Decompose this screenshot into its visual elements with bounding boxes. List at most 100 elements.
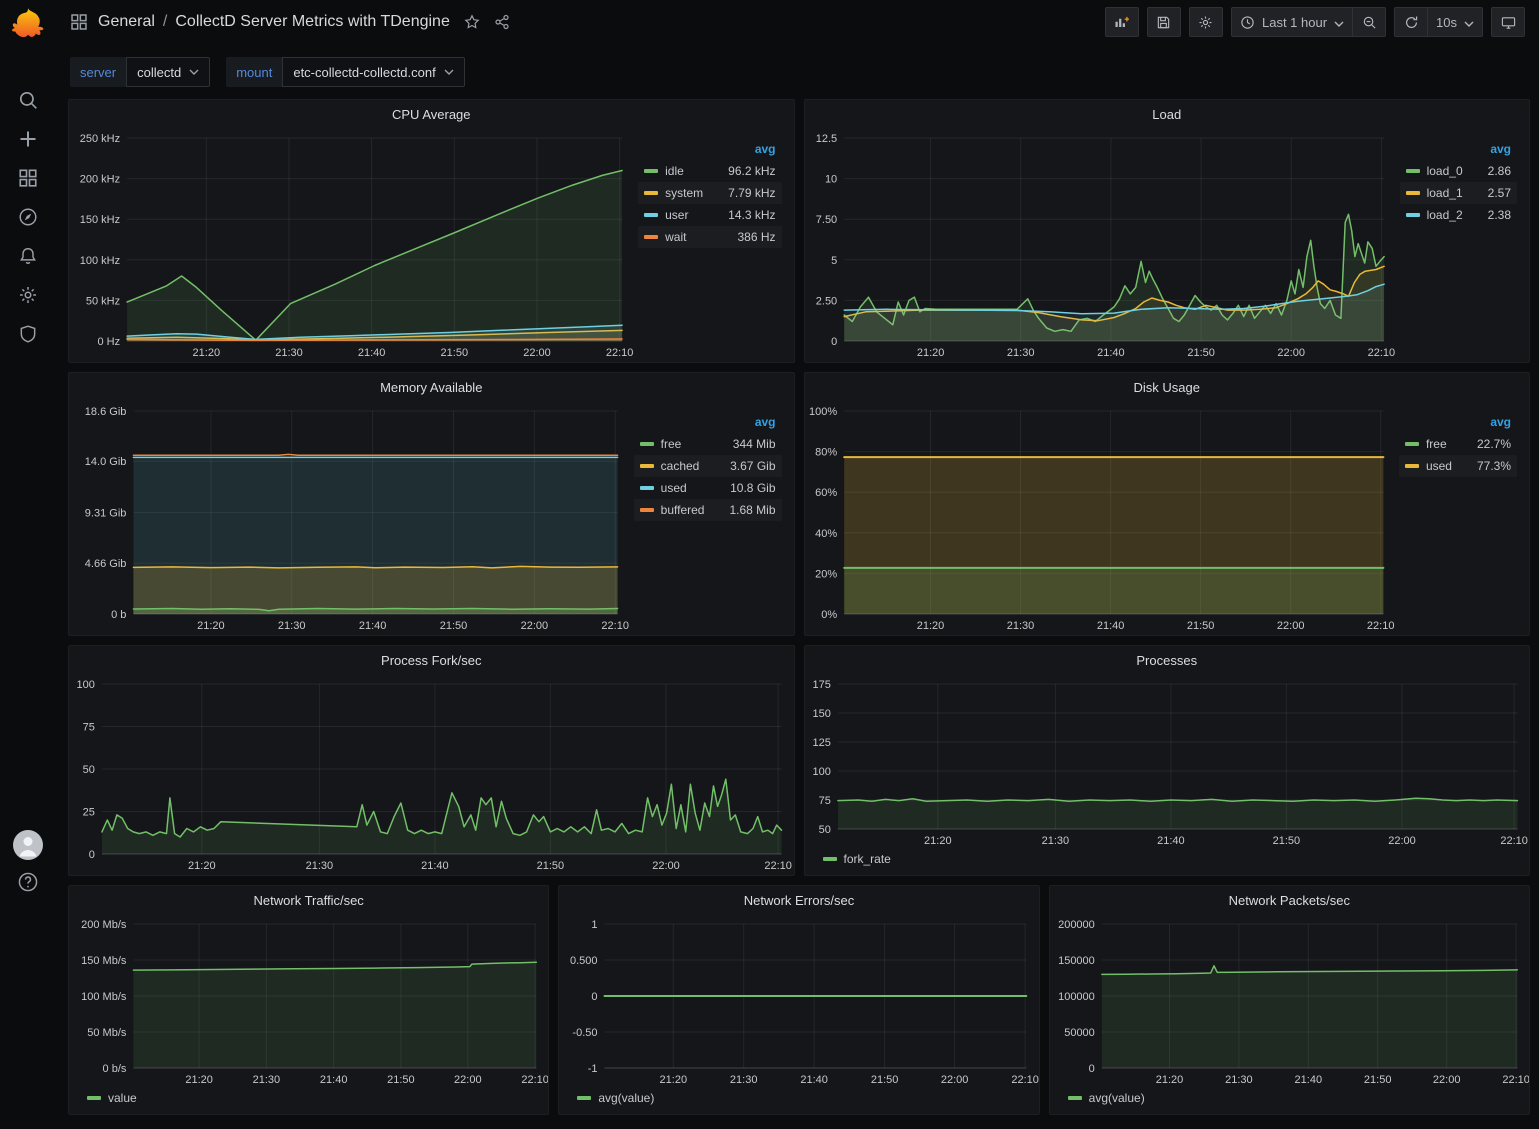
legend-series-name[interactable]: fork_rate — [844, 852, 891, 866]
chart[interactable]: 025507510021:2021:3021:4021:5022:0022:10 — [69, 674, 794, 875]
svg-text:22:00: 22:00 — [1433, 1074, 1461, 1086]
legend-item-wait[interactable]: wait386 Hz — [638, 226, 781, 248]
series-color-swatch[interactable] — [87, 1096, 101, 1100]
save-dashboard-button[interactable] — [1147, 7, 1181, 37]
dashboards-grid-icon[interactable] — [16, 166, 40, 190]
svg-text:22:10: 22:10 — [1012, 1074, 1039, 1086]
chart[interactable]: 05000010000015000020000021:2021:3021:402… — [1050, 914, 1529, 1089]
series-color-swatch[interactable] — [577, 1096, 591, 1100]
chart[interactable]: 02.5057.501012.521:2021:3021:4021:5022:0… — [805, 128, 1396, 362]
panel-title[interactable]: Network Traffic/sec — [254, 893, 364, 908]
configuration-gear-icon[interactable] — [16, 283, 40, 307]
alerting-bell-icon[interactable] — [16, 244, 40, 268]
panel-title[interactable]: Network Packets/sec — [1229, 893, 1350, 908]
legend-item-user[interactable]: user14.3 kHz — [638, 204, 781, 226]
panel-title[interactable]: Process Fork/sec — [381, 653, 481, 668]
legend-series-name: free — [661, 437, 682, 451]
legend-series-name: free — [1426, 437, 1447, 451]
svg-text:20%: 20% — [815, 568, 837, 580]
panel-title[interactable]: Network Errors/sec — [744, 893, 855, 908]
chart[interactable]: 0 b/s50 Mb/s100 Mb/s150 Mb/s200 Mb/s21:2… — [69, 914, 548, 1089]
breadcrumb-folder[interactable]: General — [98, 13, 155, 31]
legend-item-load_2[interactable]: load_22.38 — [1400, 204, 1517, 226]
svg-text:150000: 150000 — [1058, 955, 1095, 967]
chart[interactable]: 0 b4.66 Gib9.31 Gib14.0 Gib18.6 Gib21:20… — [69, 401, 630, 635]
explore-compass-icon[interactable] — [16, 205, 40, 229]
dashboard-settings-button[interactable] — [1189, 7, 1223, 37]
cycle-view-mode-button[interactable] — [1491, 7, 1525, 37]
legend-avg-header[interactable]: avg — [1400, 140, 1517, 160]
svg-text:150 Mb/s: 150 Mb/s — [81, 955, 127, 967]
admin-shield-icon[interactable] — [16, 322, 40, 346]
series-color-swatch — [640, 508, 654, 512]
chart[interactable]: 507510012515017521:2021:3021:4021:5022:0… — [805, 674, 1530, 850]
legend-series-name[interactable]: avg(value) — [598, 1091, 654, 1105]
create-plus-icon[interactable] — [16, 127, 40, 151]
svg-text:21:40: 21:40 — [1157, 835, 1185, 847]
legend-item-buffered[interactable]: buffered1.68 Mib — [634, 499, 782, 521]
svg-text:22:00: 22:00 — [1277, 347, 1305, 359]
svg-text:21:20: 21:20 — [916, 620, 944, 632]
legend-item-system[interactable]: system7.79 kHz — [638, 182, 781, 204]
share-icon[interactable] — [494, 14, 510, 30]
legend-series-name: load_1 — [1427, 186, 1463, 200]
legend-item-used[interactable]: used77.3% — [1399, 455, 1517, 477]
legend-item-used[interactable]: used10.8 Gib — [634, 477, 782, 499]
legend-avg-header[interactable]: avg — [634, 413, 782, 433]
svg-text:21:20: 21:20 — [924, 835, 952, 847]
legend-avg-header[interactable]: avg — [1399, 413, 1517, 433]
series-color-swatch[interactable] — [823, 857, 837, 861]
legend-item-load_0[interactable]: load_02.86 — [1400, 160, 1517, 182]
time-range-label: Last 1 hour — [1262, 15, 1327, 30]
svg-text:0 b: 0 b — [111, 609, 126, 621]
svg-text:21:30: 21:30 — [1041, 835, 1069, 847]
series-color-swatch[interactable] — [1068, 1096, 1082, 1100]
variable-server-select[interactable]: collectd — [126, 57, 210, 87]
grafana-logo[interactable] — [10, 6, 46, 42]
variable-mount-select[interactable]: etc-collectd-collectd.conf — [282, 57, 464, 87]
chart[interactable]: 0%20%40%60%80%100%21:2021:3021:4021:5022… — [805, 401, 1395, 635]
refresh-button[interactable] — [1394, 7, 1428, 37]
svg-text:200 kHz: 200 kHz — [80, 174, 120, 186]
dashboard-breadcrumb-icon[interactable] — [70, 13, 88, 31]
svg-text:22:00: 22:00 — [523, 347, 551, 359]
variable-mount-label: mount — [226, 57, 282, 87]
time-range-picker[interactable]: Last 1 hour — [1231, 7, 1353, 37]
svg-text:21:50: 21:50 — [1272, 835, 1300, 847]
panel-title[interactable]: Load — [1152, 107, 1181, 122]
svg-text:22:00: 22:00 — [1388, 835, 1416, 847]
panel-title[interactable]: Disk Usage — [1134, 380, 1200, 395]
chart[interactable]: -1-0.5000.500121:2021:3021:4021:5022:002… — [559, 914, 1038, 1089]
zoom-out-time-button[interactable] — [1352, 7, 1386, 37]
star-icon[interactable] — [464, 14, 480, 30]
user-avatar[interactable] — [0, 830, 56, 860]
svg-text:22:10: 22:10 — [601, 620, 629, 632]
dashboard-title[interactable]: CollectD Server Metrics with TDengine — [175, 13, 449, 31]
legend-series-name[interactable]: avg(value) — [1089, 1091, 1145, 1105]
svg-text:0: 0 — [89, 849, 95, 861]
legend-item-idle[interactable]: idle96.2 kHz — [638, 160, 781, 182]
legend-avg-value: 7.79 kHz — [728, 186, 775, 200]
legend-item-free[interactable]: free344 Mib — [634, 433, 782, 455]
chart[interactable]: 0 Hz50 kHz100 kHz150 kHz200 kHz250 kHz21… — [69, 128, 634, 362]
legend-series-name[interactable]: value — [108, 1091, 137, 1105]
panel-title[interactable]: Processes — [1136, 653, 1197, 668]
legend-item-free[interactable]: free22.7% — [1399, 433, 1517, 455]
legend-item-load_1[interactable]: load_12.57 — [1400, 182, 1517, 204]
svg-text:2.50: 2.50 — [815, 295, 836, 307]
panel-title[interactable]: Memory Available — [380, 380, 482, 395]
legend-avg-header[interactable]: avg — [638, 140, 781, 160]
legend-item-cached[interactable]: cached3.67 Gib — [634, 455, 782, 477]
main-area: General / CollectD Server Metrics with T… — [56, 0, 1539, 1129]
help-icon[interactable] — [0, 871, 56, 893]
svg-text:18.6 Gib: 18.6 Gib — [85, 406, 127, 418]
refresh-interval-picker[interactable]: 10s — [1427, 7, 1483, 37]
panel-legend: fork_rate — [805, 850, 1530, 875]
panel-title[interactable]: CPU Average — [392, 107, 471, 122]
top-navbar: General / CollectD Server Metrics with T… — [56, 0, 1539, 44]
svg-text:4.66 Gib: 4.66 Gib — [85, 558, 127, 570]
search-icon[interactable] — [16, 88, 40, 112]
add-panel-button[interactable] — [1105, 7, 1139, 37]
legend-avg-value: 10.8 Gib — [730, 481, 775, 495]
svg-text:10: 10 — [824, 174, 836, 186]
